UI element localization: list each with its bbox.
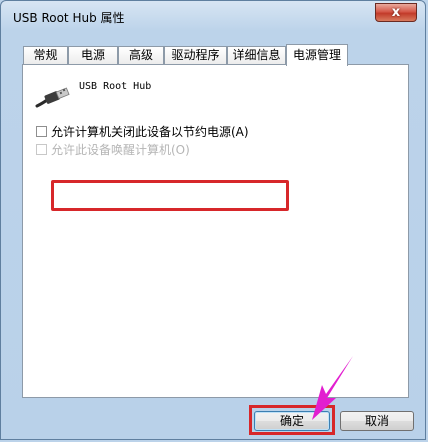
title-bar[interactable]: USB Root Hub 属性 x <box>1 1 425 31</box>
close-icon: x <box>391 5 401 20</box>
tab-details[interactable]: 详细信息 <box>227 46 286 64</box>
cancel-button[interactable]: 取消 <box>340 411 414 431</box>
allow-turn-off-label[interactable]: 允许计算机关闭此设备以节约电源(A) <box>51 123 249 140</box>
allow-turn-off-checkbox[interactable] <box>36 126 47 137</box>
annotation-highlight-option <box>51 180 289 211</box>
ok-button[interactable]: 确定 <box>254 411 330 431</box>
close-button[interactable]: x <box>375 3 417 22</box>
allow-wake-label: 允许此设备唤醒计算机(O) <box>51 143 190 157</box>
tab-power-management[interactable]: 电源管理 <box>286 44 348 66</box>
tab-general[interactable]: 常规 <box>23 46 68 64</box>
device-name: USB Root Hub <box>79 81 152 92</box>
tab-advanced[interactable]: 高级 <box>118 46 164 64</box>
power-management-panel: USB Root Hub 允许计算机关闭此设备以节约电源(A) 允许此设备唤醒计… <box>22 64 409 398</box>
tab-power[interactable]: 电源 <box>68 46 118 64</box>
tab-driver[interactable]: 驱动程序 <box>164 46 227 64</box>
allow-wake-checkbox <box>36 144 47 155</box>
window-title: USB Root Hub 属性 <box>13 11 125 25</box>
usb-plug-icon <box>35 87 70 108</box>
